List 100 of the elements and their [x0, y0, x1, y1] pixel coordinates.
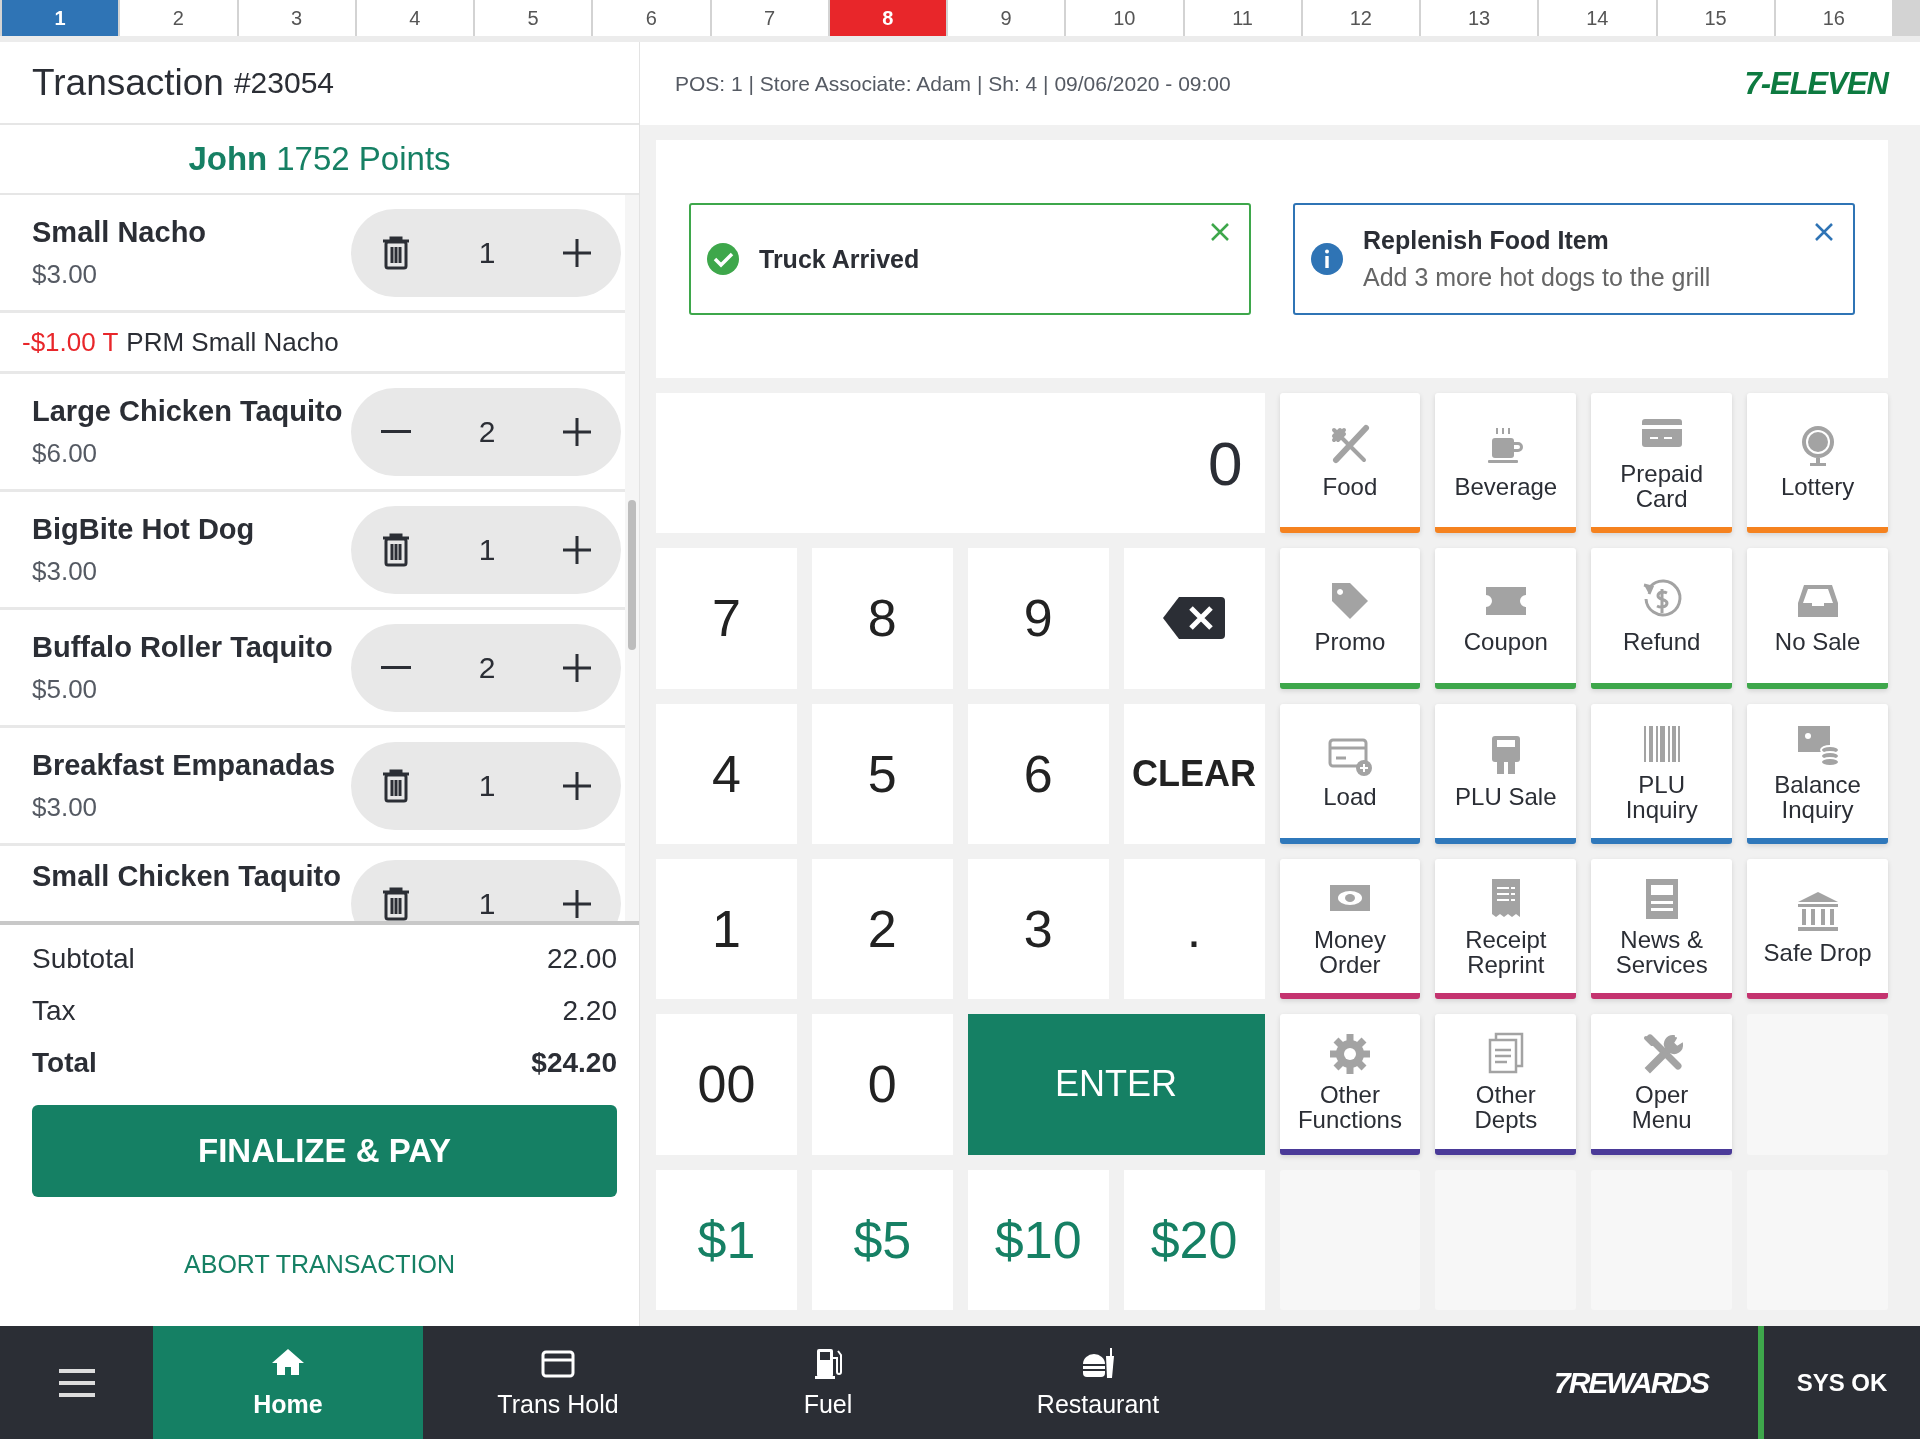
station-tab[interactable]: 3	[238, 0, 355, 36]
number-key[interactable]: 00	[656, 1014, 797, 1155]
function-button[interactable]: No Sale	[1747, 548, 1888, 689]
number-key[interactable]: 5	[811, 703, 953, 844]
increase-button[interactable]	[563, 238, 591, 267]
plus-icon	[563, 238, 591, 267]
rewards-logo: 7REWARDS	[1553, 1365, 1708, 1400]
delete-button[interactable]	[381, 532, 411, 567]
station-tab[interactable]: 15	[1657, 0, 1774, 36]
quantity: 2	[478, 414, 496, 449]
function-button[interactable]: Prepaid Card	[1591, 393, 1733, 534]
station-tab[interactable]: 1	[2, 0, 119, 36]
increase-button[interactable]	[563, 417, 591, 446]
total-label: Subtotal	[32, 943, 135, 975]
increase-button[interactable]	[563, 890, 591, 918]
nav-tab[interactable]: Home	[153, 1326, 423, 1439]
station-tab[interactable]: 4	[356, 0, 473, 36]
station-tab[interactable]: 2	[120, 0, 237, 36]
station-tab[interactable]: 11	[1184, 0, 1301, 36]
function-button[interactable]: Promo	[1279, 548, 1421, 689]
station-tab[interactable]: 5	[475, 0, 592, 36]
function-button[interactable]: Other Functions	[1279, 1014, 1421, 1155]
increase-button[interactable]	[563, 771, 591, 800]
function-button[interactable]: Oper Menu	[1591, 1014, 1733, 1155]
function-button[interactable]: Refund	[1591, 548, 1733, 689]
function-button[interactable]: Balance Inquiry	[1747, 703, 1888, 844]
function-button[interactable]: Safe Drop	[1747, 859, 1888, 1000]
number-key[interactable]: 9	[967, 548, 1109, 689]
decrease-button[interactable]	[381, 665, 411, 670]
station-tab[interactable]: 16	[1775, 0, 1892, 36]
increase-button[interactable]	[563, 653, 591, 682]
plus-icon	[563, 890, 591, 918]
quantity: 1	[478, 235, 496, 270]
clear-key[interactable]: CLEAR	[1123, 703, 1265, 844]
function-button[interactable]: Money Order	[1279, 859, 1421, 1000]
item-price: $6.00	[32, 437, 99, 469]
increase-button[interactable]	[563, 535, 591, 564]
station-tab[interactable]: 13	[1421, 0, 1538, 36]
delete-button[interactable]	[381, 768, 411, 803]
number-key[interactable]: 4	[656, 703, 797, 844]
plus-icon	[563, 417, 591, 446]
function-button[interactable]: Lottery	[1747, 393, 1888, 534]
item-name: Small Chicken Taquito	[32, 860, 342, 893]
discount-description: PRM Small Nacho	[126, 326, 339, 358]
cash-amount-key[interactable]: $1	[656, 1169, 797, 1310]
plus-icon	[563, 771, 591, 800]
number-key[interactable]: 2	[811, 859, 953, 1000]
station-tab[interactable]: 7	[711, 0, 828, 36]
trash-icon	[381, 532, 411, 567]
nav-tab[interactable]: Restaurant	[963, 1326, 1233, 1439]
trash-icon	[381, 887, 411, 921]
finalize-pay-button[interactable]: FINALIZE & PAY	[32, 1105, 617, 1197]
minus-icon	[381, 665, 411, 670]
function-button[interactable]: Load	[1279, 703, 1421, 844]
scrollbar-thumb[interactable]	[628, 500, 636, 650]
function-button[interactable]: Coupon	[1435, 548, 1577, 689]
transaction-title: Transaction	[32, 61, 224, 104]
function-button[interactable]: PLU Inquiry	[1591, 703, 1733, 844]
station-tab[interactable]: 6	[593, 0, 710, 36]
item-name: Breakfast Empanadas	[32, 748, 337, 782]
customer-points: 1752 Points	[276, 140, 451, 178]
number-key[interactable]: 3	[967, 859, 1109, 1000]
number-key[interactable]: 0	[811, 1014, 953, 1155]
station-tab[interactable]: 9	[948, 0, 1065, 36]
cash-amount-key[interactable]: $20	[1123, 1169, 1265, 1310]
backspace-key[interactable]	[1123, 548, 1265, 689]
cash-amount-key[interactable]: $5	[811, 1169, 953, 1310]
close-button[interactable]	[1815, 223, 1833, 241]
number-key[interactable]: .	[1123, 859, 1265, 1000]
function-button[interactable]: News & Services	[1591, 859, 1733, 1000]
delete-button[interactable]	[381, 235, 411, 270]
nav-tab[interactable]: Trans Hold	[423, 1326, 693, 1439]
cash-amount-key[interactable]: $10	[967, 1169, 1109, 1310]
abort-transaction-link[interactable]: ABORT TRANSACTION	[178, 1249, 461, 1280]
station-tab[interactable]: 8	[829, 0, 946, 36]
nav-tab[interactable]: Fuel	[693, 1326, 963, 1439]
enter-key[interactable]: ENTER	[967, 1014, 1265, 1155]
delete-button[interactable]	[381, 887, 411, 921]
minus-icon	[381, 429, 411, 434]
function-button[interactable]: Other Depts	[1435, 1014, 1577, 1155]
store-logo: 7-ELEVEN	[1744, 65, 1888, 102]
close-button[interactable]	[1211, 223, 1229, 241]
station-tab[interactable]: 10	[1066, 0, 1183, 36]
station-tab[interactable]: 12	[1302, 0, 1419, 36]
item-name: Buffalo Roller Taquito	[32, 630, 334, 664]
number-key[interactable]: 8	[811, 548, 953, 689]
number-key[interactable]: 6	[967, 703, 1109, 844]
decrease-button[interactable]	[381, 429, 411, 434]
station-tab[interactable]: 14	[1539, 0, 1656, 36]
total-value: $24.20	[531, 1047, 617, 1079]
function-button[interactable]: Receipt Reprint	[1435, 859, 1577, 1000]
function-button[interactable]: Beverage	[1435, 393, 1577, 534]
function-button[interactable]: Food	[1279, 393, 1421, 534]
number-key[interactable]: 1	[656, 859, 797, 1000]
number-key[interactable]: 7	[656, 548, 797, 689]
total-label: Total	[32, 1047, 97, 1079]
function-button[interactable]: PLU Sale	[1435, 703, 1577, 844]
close-icon	[1815, 223, 1833, 241]
quantity: 1	[478, 532, 496, 567]
plus-icon	[563, 535, 591, 564]
